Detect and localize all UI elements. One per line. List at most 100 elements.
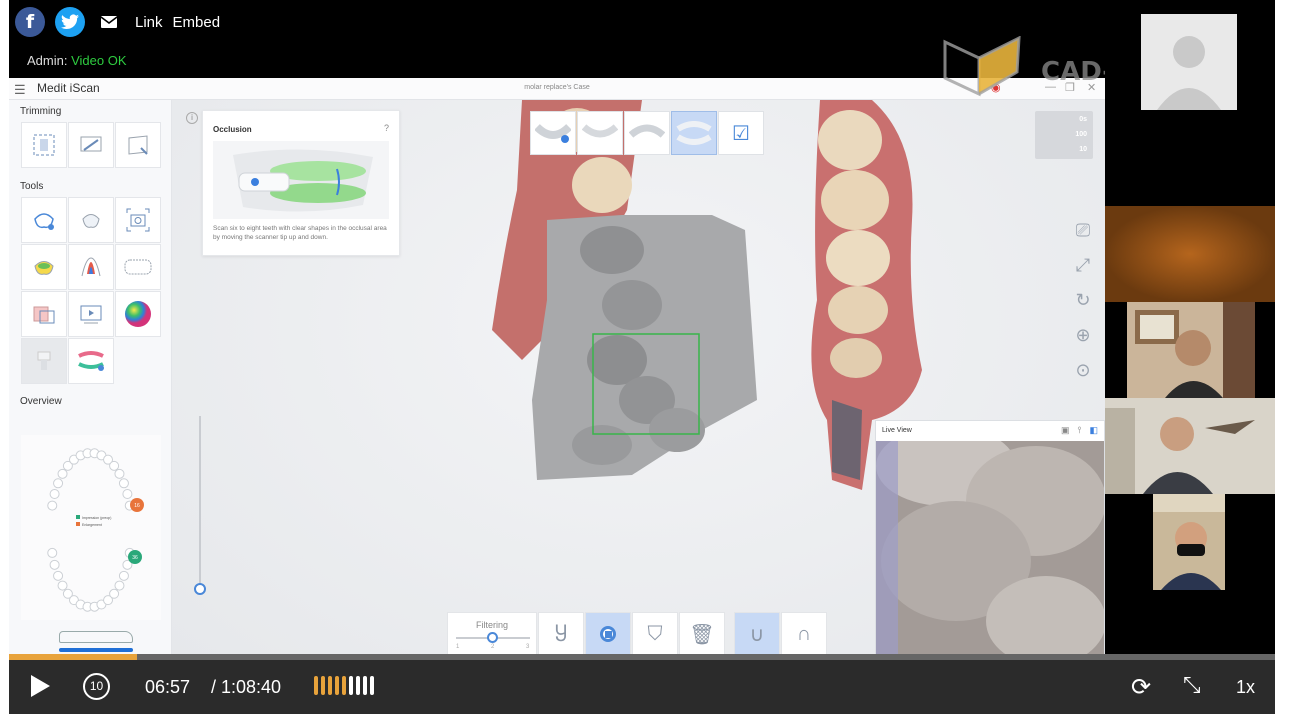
filter-tick-1: 1 [456, 644, 460, 650]
heatmap-tool[interactable] [68, 244, 114, 290]
participant-tile-5[interactable] [1105, 494, 1275, 590]
color-sphere-tool[interactable] [115, 291, 161, 337]
upper-tooth [49, 488, 60, 499]
tooth-lock-tool[interactable] [21, 197, 67, 243]
upper-tooth [122, 488, 133, 499]
filtering-label: Filtering [475, 620, 508, 630]
live-camera-image [876, 441, 1104, 657]
participant-tile-2[interactable] [1105, 206, 1275, 302]
embed-button[interactable]: Embed [173, 14, 221, 31]
box-select-icon [33, 134, 55, 156]
lower-tooth [118, 570, 129, 581]
filtering-slider[interactable]: Filtering 1 2 3 [447, 612, 537, 656]
twitter-bird-icon [61, 14, 79, 30]
bite-icon [78, 351, 104, 371]
stage-upper-jaw[interactable] [530, 111, 576, 155]
volume-bar [342, 676, 346, 695]
camera-view-icon[interactable]: ⎚ [1068, 216, 1098, 244]
filter-knob[interactable] [487, 632, 498, 643]
stat-time: 0s [1079, 116, 1087, 123]
twitter-share-button[interactable] [55, 7, 85, 37]
legend-swatch [76, 522, 80, 526]
stop-scan-button[interactable] [585, 612, 631, 656]
email-icon[interactable] [101, 16, 117, 28]
ai-filter-button[interactable]: ⛉ [632, 612, 678, 656]
scanner-tip-button[interactable]: Ⴘ [538, 612, 584, 656]
legend-label: Impression (preop) [82, 516, 111, 520]
stop-icon [600, 626, 616, 642]
stat-count: 100 [1075, 131, 1087, 138]
upper-tooth [114, 468, 125, 479]
plane-cut-icon [128, 135, 148, 155]
tooth-badge-label: 16 [134, 503, 140, 509]
lower-arch-button[interactable]: ∩ [781, 612, 827, 656]
live-view-controls: ▣ ⫯ ◧ [1061, 425, 1098, 436]
fit-view-icon[interactable]: ⤢ [1068, 251, 1098, 279]
lower-tooth [49, 559, 60, 570]
playback-speed-button[interactable]: 1x [1236, 677, 1255, 698]
upper-tooth [47, 500, 58, 511]
compare-tool[interactable] [21, 291, 67, 337]
participant-tile-4[interactable] [1105, 398, 1275, 494]
stage-lower-jaw[interactable] [577, 111, 623, 155]
occlusion-title: Occlusion [213, 125, 252, 134]
player-controls: 10 06:57 / 1:08:40 ⟳ ⤡ 1x [9, 660, 1275, 714]
play-button[interactable] [31, 675, 50, 697]
current-time: 06:57 [145, 677, 191, 697]
lasso-trim-icon [80, 136, 102, 152]
delete-button[interactable]: 🗑 [679, 612, 725, 656]
lasso-trim-tool[interactable] [68, 122, 114, 168]
volume-bar [314, 676, 318, 695]
trimming-label: Trimming [20, 106, 62, 117]
implant-tool[interactable] [21, 338, 67, 384]
live-view-panel: Live View ▣ ⫯ ◧ [875, 420, 1105, 658]
participant-video-5 [1153, 494, 1225, 590]
tooth-badge-label: 36 [132, 555, 138, 561]
plane-cut-tool[interactable] [115, 122, 161, 168]
stage-occlusion[interactable] [671, 111, 717, 155]
participant-tile-1[interactable] [1105, 14, 1275, 110]
rewind-10-button[interactable]: 10 [83, 673, 110, 700]
filter-tick-2: 2 [491, 644, 495, 650]
volume-bar [356, 676, 360, 695]
zoom-reset-icon[interactable]: ⊙ [1068, 356, 1098, 384]
upper-arch-button[interactable]: ∪ [734, 612, 780, 656]
tooth-overview-map[interactable]: 16 36 Impression (preop) Enlargement [21, 435, 161, 620]
help-icon[interactable]: ? [384, 123, 389, 133]
live-view-expand-icon[interactable]: ◧ [1089, 425, 1098, 436]
stage-complete[interactable]: ☑ [718, 111, 764, 155]
facebook-share-button[interactable]: f [15, 7, 45, 37]
cad-ray-logo-icon [943, 36, 1021, 97]
rotate-icon[interactable]: ↻ [1068, 286, 1098, 314]
info-icon[interactable]: i [186, 112, 198, 124]
live-view-pip-icon[interactable]: ▣ [1061, 425, 1070, 436]
participant-tile-3[interactable] [1105, 302, 1275, 398]
occlusion-stage-icon [676, 121, 712, 145]
bite-tool[interactable] [68, 338, 114, 384]
participant-video-3 [1127, 302, 1255, 398]
volume-control[interactable] [314, 676, 374, 695]
upper-tooth [57, 468, 68, 479]
arch-tool[interactable] [115, 244, 161, 290]
video-tool[interactable] [68, 291, 114, 337]
video-player[interactable]: f Link Embed Admin: Video OK ☰ Medit iSc… [9, 0, 1275, 714]
loop-icon[interactable]: ⟳ [1131, 673, 1151, 702]
link-button[interactable]: Link [135, 14, 163, 31]
box-select-tool[interactable] [21, 122, 67, 168]
share-bar: f Link Embed [9, 0, 409, 44]
zoom-slider-knob[interactable] [194, 583, 206, 595]
color-tooth-tool[interactable] [21, 244, 67, 290]
live-view-pin-icon[interactable]: ⫯ [1078, 425, 1082, 436]
scan-viewport[interactable]: i Occlusion ? Scan six to eight teeth wi… [172, 100, 1105, 658]
capture-tool[interactable] [115, 197, 161, 243]
volume-bar [321, 676, 325, 695]
zoom-slider-track[interactable] [199, 416, 201, 586]
tooth-scan-tool[interactable] [68, 197, 114, 243]
exit-fullscreen-icon[interactable]: ⤡ [1183, 672, 1201, 698]
zoom-in-icon[interactable]: ⊕ [1068, 321, 1098, 349]
video-status: Video OK [71, 53, 127, 68]
compare-icon [33, 306, 55, 324]
upper-tooth [109, 460, 120, 471]
pre-op-icon [629, 124, 665, 138]
stage-pre-op[interactable] [624, 111, 670, 155]
